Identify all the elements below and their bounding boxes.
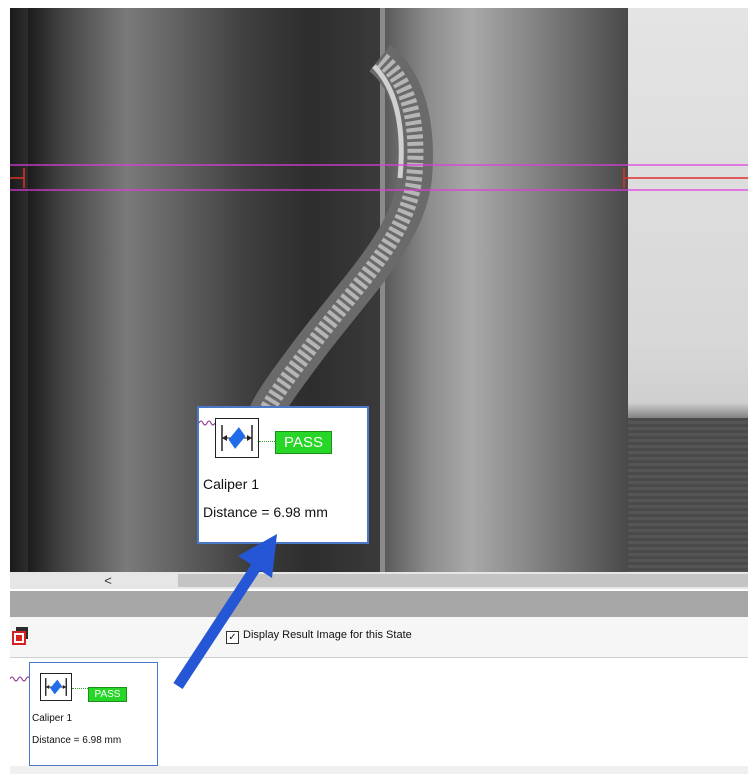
measurement-value: Distance = 6.98 mm — [32, 735, 122, 746]
scroll-left-button[interactable]: < — [98, 572, 118, 589]
horizontal-scrollbar[interactable]: < — [10, 572, 748, 589]
bottom-strip — [10, 766, 748, 774]
tool-name-label: Caliper 1 — [32, 713, 73, 724]
display-result-checkbox[interactable]: ✓ — [226, 631, 239, 644]
camera-image-viewport[interactable]: PASS Caliper 1 Distance = 6.98 mm — [10, 8, 748, 572]
caliper-icon[interactable] — [215, 418, 259, 458]
tool-name-label: Caliper 1 — [203, 476, 260, 492]
pass-status-badge: PASS — [275, 431, 332, 454]
scrollbar-thumb[interactable] — [178, 574, 748, 587]
caliper-icon[interactable] — [40, 673, 72, 701]
state-toolbar: ✓ Display Result Image for this State — [10, 617, 748, 658]
result-image-icon[interactable] — [12, 626, 30, 646]
panel-separator — [10, 591, 748, 617]
weld-bead — [252, 53, 424, 431]
pass-status-badge: PASS — [88, 687, 127, 702]
weld-overlay — [10, 44, 748, 433]
measurement-value: Distance = 6.98 mm — [203, 504, 328, 520]
app-window: PASS Caliper 1 Distance = 6.98 mm < ✓ Di… — [0, 0, 748, 774]
status-link-line — [259, 441, 275, 442]
display-result-label[interactable]: Display Result Image for this State — [243, 629, 412, 641]
result-thumbnail[interactable]: PASS Caliper 1 Distance = 6.98 mm — [29, 662, 158, 766]
result-popup[interactable]: PASS Caliper 1 Distance = 6.98 mm — [197, 406, 369, 544]
status-link-line — [72, 688, 88, 689]
